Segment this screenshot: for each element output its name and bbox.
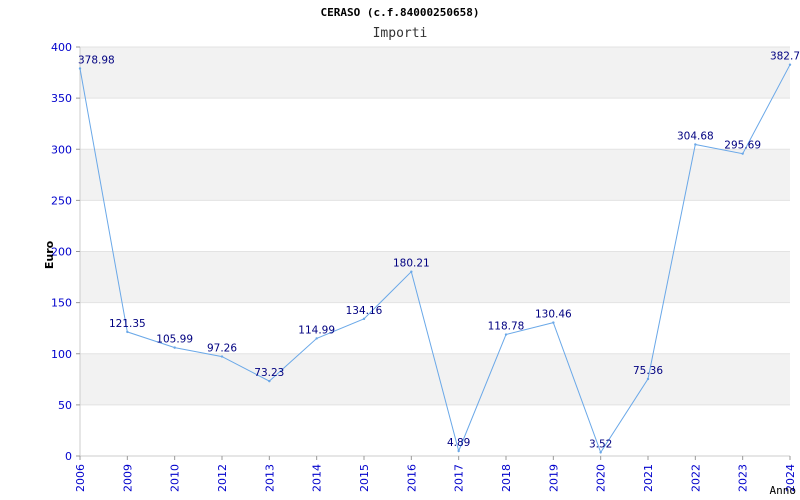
data-point bbox=[78, 67, 82, 70]
data-point bbox=[362, 317, 366, 321]
data-label: 134.16 bbox=[346, 305, 383, 317]
grid-band bbox=[80, 149, 790, 201]
data-label: 378.98 bbox=[78, 54, 115, 66]
data-point bbox=[126, 330, 129, 334]
grid-band bbox=[80, 251, 790, 303]
data-point bbox=[268, 379, 271, 383]
x-tick-label: 2021 bbox=[642, 464, 655, 492]
y-axis-label: Euro bbox=[43, 240, 56, 269]
data-point bbox=[504, 333, 508, 336]
x-tick-label: 2013 bbox=[263, 464, 276, 492]
y-tick-label: 100 bbox=[51, 348, 72, 361]
data-label: 121.35 bbox=[109, 318, 146, 330]
line-chart: 378.98 121.35 105.99 97.26 73.23 114.99 134.16… bbox=[43, 6, 800, 497]
data-label: 73.23 bbox=[254, 367, 284, 379]
y-tick-label: 400 bbox=[51, 41, 72, 54]
data-point bbox=[741, 152, 744, 155]
x-tick-label: 2015 bbox=[358, 464, 371, 492]
x-tick-label: 2016 bbox=[405, 464, 418, 492]
data-point bbox=[552, 321, 555, 324]
data-label: 3.52 bbox=[589, 438, 612, 450]
data-label: 118.78 bbox=[488, 321, 525, 333]
x-tick-label: 2009 bbox=[121, 464, 134, 492]
data-label: 105.99 bbox=[156, 334, 193, 346]
data-label: 130.46 bbox=[535, 309, 572, 321]
x-tick-label: 2020 bbox=[595, 464, 608, 492]
x-tick-label: 2010 bbox=[169, 464, 182, 492]
data-label: 75.36 bbox=[633, 365, 663, 377]
chart-title: CERASO (c.f.84000250658) bbox=[321, 6, 480, 19]
y-tick-label: 300 bbox=[51, 143, 72, 156]
x-tick-label: 2023 bbox=[737, 464, 750, 492]
data-point bbox=[315, 337, 318, 340]
data-label: 382.7 bbox=[770, 51, 800, 63]
grid-band bbox=[80, 47, 790, 99]
x-ticks-layer: 2006 2009 2010 2012 2013 2014 2015 2016 2017 2018… bbox=[74, 456, 797, 492]
x-tick-label: 2018 bbox=[500, 464, 513, 492]
data-point bbox=[646, 377, 650, 381]
data-point bbox=[599, 451, 602, 454]
data-label: 295.69 bbox=[724, 140, 761, 152]
data-label: 180.21 bbox=[393, 258, 430, 270]
x-tick-label: 2014 bbox=[311, 464, 324, 492]
chart-subtitle: Importi bbox=[373, 26, 428, 41]
data-point bbox=[410, 270, 413, 273]
x-tick-label: 2019 bbox=[547, 464, 560, 492]
data-label: 304.68 bbox=[677, 130, 714, 142]
x-tick-label: 2017 bbox=[453, 464, 466, 492]
y-tick-label: 250 bbox=[51, 194, 72, 207]
data-point bbox=[173, 346, 176, 349]
data-point bbox=[220, 355, 224, 358]
data-label: 97.26 bbox=[207, 343, 237, 355]
x-tick-label: 2012 bbox=[216, 464, 229, 492]
data-point bbox=[694, 143, 697, 146]
x-tick-label: 2006 bbox=[74, 464, 87, 492]
y-tick-label: 350 bbox=[51, 92, 72, 105]
grid-bands bbox=[80, 47, 790, 405]
y-tick-label: 0 bbox=[65, 450, 72, 463]
data-point bbox=[457, 449, 460, 453]
x-axis-label: Anno bbox=[770, 484, 797, 497]
data-label: 114.99 bbox=[298, 324, 335, 336]
y-tick-label: 50 bbox=[58, 399, 72, 412]
y-tick-label: 150 bbox=[51, 297, 72, 310]
data-point bbox=[788, 63, 792, 66]
data-label: 4.89 bbox=[447, 437, 470, 449]
x-tick-label: 2022 bbox=[689, 464, 702, 492]
